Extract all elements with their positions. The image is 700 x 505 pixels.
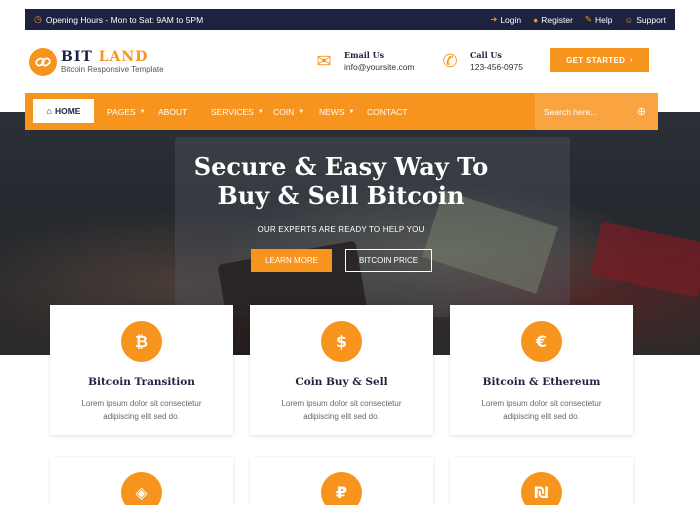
nav-home-label: HOME	[54, 106, 81, 116]
register-label: Register	[541, 14, 573, 25]
user-icon: ●	[533, 14, 539, 25]
top-links: ➜ Login ● Register ✎ Help ☺ Support	[490, 14, 666, 25]
nav-coin[interactable]: COIN ▼	[273, 93, 304, 130]
nav-news[interactable]: NEWS ▼	[319, 93, 354, 130]
opening-hours: ◷ Opening Hours - Mon to Sat: 9AM to 5PM	[34, 14, 203, 25]
clock-icon: ◷	[34, 14, 42, 24]
feature-card-bitcoin-ethereum: € Bitcoin & Ethereum Lorem ipsum dolor s…	[450, 305, 633, 435]
email-label: Email Us	[344, 50, 385, 60]
nav-home[interactable]: ⌂ HOME	[33, 99, 94, 123]
help-label: Help	[595, 14, 613, 25]
main-nav: ⌂ HOME PAGES ▼ ABOUT SERVICES ▼ COIN ▼ NEWS…	[25, 93, 658, 130]
contact-phone: ✆ Call Us 123-456-0975	[440, 50, 523, 73]
nav-news-label: NEWS	[319, 106, 345, 117]
phone-value[interactable]: 123-456-0975	[470, 61, 523, 73]
feature-text: Lorem ipsum dolor sit consectetur adipis…	[481, 399, 602, 421]
learn-more-button[interactable]: LEARN MORE	[251, 249, 332, 272]
feature-title[interactable]: Coin Buy & Sell	[250, 376, 433, 388]
nav-services[interactable]: SERVICES ▼	[211, 93, 264, 130]
chevron-right-icon: ›	[630, 56, 633, 64]
site-header: BIT LAND Bitcoin Responsive Template ✉ E…	[0, 38, 700, 93]
euro-icon: €	[521, 321, 562, 362]
support-link[interactable]: ☺ Support	[625, 15, 666, 25]
bitcoin-icon: ₿	[121, 321, 162, 362]
home-icon: ⌂	[46, 106, 52, 116]
nav-search: ⊕	[535, 93, 658, 130]
feature-card-bitcoin-transition: ₿ Bitcoin Transition Lorem ipsum dolor s…	[50, 305, 233, 435]
opening-hours-text: Opening Hours - Mon to Sat: 9AM to 5PM	[45, 14, 204, 25]
nav-coin-label: COIN	[273, 106, 295, 117]
feature-card-row2-1: ◈	[50, 457, 233, 505]
brand-name: BIT LAND	[61, 48, 164, 65]
hero-title-line1: Secure & Easy Way To	[193, 152, 489, 181]
top-bar-inner: ◷ Opening Hours - Mon to Sat: 9AM to 5PM…	[25, 9, 675, 30]
chevron-down-icon: ▼	[348, 108, 355, 115]
feature-title[interactable]: Bitcoin Transition	[50, 376, 233, 388]
phone-label: Call Us	[470, 50, 502, 60]
envelope-icon: ✉	[316, 51, 332, 71]
nav-pages[interactable]: PAGES ▼	[107, 93, 146, 130]
brand-name-part2: LAND	[98, 48, 149, 65]
feature-card-coin-buy-sell: $ Coin Buy & Sell Lorem ipsum dolor sit …	[250, 305, 433, 435]
feature-card-row2-2: ₽	[250, 457, 433, 505]
chevron-down-icon: ▼	[257, 108, 264, 115]
shekel-icon: ₪	[521, 472, 562, 505]
login-label: Login	[500, 14, 522, 25]
hero-title-line2: Buy & Sell Bitcoin	[217, 181, 465, 210]
search-icon[interactable]: ⊕	[637, 105, 646, 118]
logo-icon	[29, 48, 57, 76]
login-link[interactable]: ➜ Login	[490, 14, 521, 25]
nav-about[interactable]: ABOUT	[158, 93, 187, 130]
register-link[interactable]: ● Register	[533, 15, 573, 25]
nav-pages-label: PAGES	[107, 106, 136, 117]
link-icon: ◈	[121, 472, 162, 505]
top-bar: ◷ Opening Hours - Mon to Sat: 9AM to 5PM…	[0, 0, 700, 38]
contact-email: ✉ Email Us info@yoursite.com	[314, 50, 415, 73]
hero-title: Secure & Easy Way To Buy & Sell Bitcoin	[0, 152, 682, 210]
get-started-label: GET STARTED	[566, 55, 626, 65]
feature-text: Lorem ipsum dolor sit consectetur adipis…	[281, 399, 402, 421]
help-link[interactable]: ✎ Help	[585, 14, 613, 25]
login-icon: ➜	[490, 14, 498, 24]
feature-card-row2-3: ₪	[450, 457, 633, 505]
help-icon: ✎	[584, 14, 593, 24]
nav-contact-label: CONTACT	[367, 106, 408, 117]
feature-title[interactable]: Bitcoin & Ethereum	[450, 376, 633, 388]
nav-about-label: ABOUT	[158, 106, 188, 117]
bitcoin-price-button[interactable]: BITCOIN PRICE	[345, 249, 432, 272]
ruble-icon: ₽	[321, 472, 362, 505]
get-started-button[interactable]: GET STARTED ›	[550, 48, 649, 72]
dollar-icon: $	[321, 321, 362, 362]
search-input[interactable]	[544, 106, 634, 117]
brand-name-part1: BIT	[61, 48, 93, 65]
email-value[interactable]: info@yoursite.com	[344, 61, 415, 73]
brand-logo[interactable]: BIT LAND Bitcoin Responsive Template	[29, 48, 164, 76]
chevron-down-icon: ▼	[139, 108, 146, 115]
nav-services-label: SERVICES	[211, 106, 254, 117]
phone-icon: ✆	[442, 51, 458, 71]
nav-contact[interactable]: CONTACT	[367, 93, 407, 130]
support-icon: ☺	[624, 14, 634, 25]
logo-text: BIT LAND Bitcoin Responsive Template	[61, 48, 164, 75]
support-label: Support	[636, 14, 666, 25]
feature-text: Lorem ipsum dolor sit consectetur adipis…	[81, 399, 202, 421]
chevron-down-icon: ▼	[298, 108, 305, 115]
hero-subtitle: OUR EXPERTS ARE READY TO HELP YOU	[257, 225, 425, 234]
brand-tagline: Bitcoin Responsive Template	[61, 64, 164, 74]
